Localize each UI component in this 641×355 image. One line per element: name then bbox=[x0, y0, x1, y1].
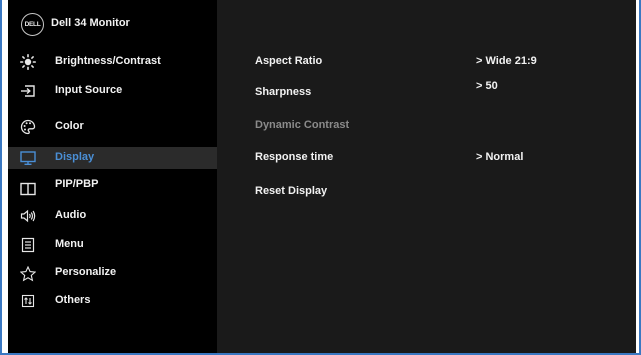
audio-icon bbox=[20, 208, 36, 224]
osd-sidebar: DELL Dell 34 Monitor Brightness/Contrast… bbox=[8, 0, 217, 353]
osd-window-frame: DELL Dell 34 Monitor Brightness/Contrast… bbox=[0, 0, 641, 355]
menu-item-input-source[interactable]: Input Source bbox=[8, 80, 217, 102]
menu-item-menu[interactable]: Menu bbox=[8, 234, 217, 256]
option-label: Aspect Ratio bbox=[255, 55, 323, 67]
option-label: Dynamic Contrast bbox=[255, 119, 350, 131]
osd-header: DELL Dell 34 Monitor bbox=[8, 0, 217, 50]
menu-item-label: Brightness/Contrast bbox=[55, 55, 161, 67]
menu-item-label: Personalize bbox=[55, 266, 117, 278]
menu-item-display[interactable]: Display bbox=[8, 147, 217, 169]
brightness-icon bbox=[20, 54, 36, 70]
menu-icon bbox=[20, 237, 36, 253]
monitor-model-name: Dell 34 Monitor bbox=[51, 17, 130, 29]
option-response-time[interactable]: Response time > Normal bbox=[255, 151, 625, 169]
monitor-osd: DELL Dell 34 Monitor Brightness/Contrast… bbox=[8, 0, 636, 353]
others-icon bbox=[20, 293, 36, 309]
menu-item-audio[interactable]: Audio bbox=[8, 205, 217, 227]
menu-item-brightness-contrast[interactable]: Brightness/Contrast bbox=[8, 51, 217, 73]
menu-item-others[interactable]: Others bbox=[8, 290, 217, 312]
dell-logo: DELL bbox=[21, 13, 44, 36]
option-label: Reset Display bbox=[255, 185, 328, 197]
menu-item-pip-pbp[interactable]: PIP/PBP bbox=[8, 176, 217, 198]
menu-item-label: PIP/PBP bbox=[55, 178, 99, 190]
color-palette-icon bbox=[20, 119, 36, 135]
display-settings-panel: Aspect Ratio > Wide 21:9 Sharpness > 50 … bbox=[217, 0, 636, 353]
input-source-icon bbox=[20, 83, 36, 99]
option-dynamic-contrast: Dynamic Contrast bbox=[255, 119, 625, 137]
pip-pbp-icon bbox=[20, 181, 36, 197]
menu-item-label: Audio bbox=[55, 209, 87, 221]
option-label: Sharpness bbox=[255, 86, 312, 98]
option-value: > 50 bbox=[476, 80, 498, 92]
option-value: > Wide 21:9 bbox=[476, 55, 537, 67]
menu-item-label: Display bbox=[55, 151, 95, 163]
menu-item-label: Others bbox=[55, 294, 91, 306]
option-aspect-ratio[interactable]: Aspect Ratio > Wide 21:9 bbox=[255, 55, 625, 73]
menu-item-label: Input Source bbox=[55, 84, 123, 96]
menu-item-label: Menu bbox=[55, 238, 84, 250]
menu-item-label: Color bbox=[55, 120, 84, 132]
option-value: > Normal bbox=[476, 151, 524, 163]
display-icon bbox=[20, 150, 36, 166]
option-reset-display[interactable]: Reset Display bbox=[255, 185, 625, 203]
menu-item-personalize[interactable]: Personalize bbox=[8, 262, 217, 284]
star-icon bbox=[20, 266, 36, 282]
menu-item-color[interactable]: Color bbox=[8, 116, 217, 138]
option-sharpness[interactable]: Sharpness > 50 bbox=[255, 80, 625, 102]
option-label: Response time bbox=[255, 151, 334, 163]
